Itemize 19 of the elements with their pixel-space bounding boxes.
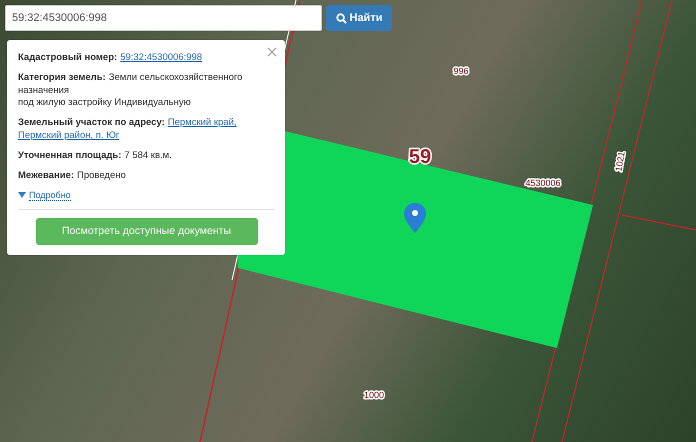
search-button[interactable]: Найти xyxy=(326,5,392,31)
map-pin-icon[interactable] xyxy=(404,203,426,233)
info-field: Межевание: Проведено xyxy=(18,170,275,183)
info-field: Земельный участок по адресу: Пермский край, Пермский район, п. Юг xyxy=(18,117,275,142)
district-number-label: 59 xyxy=(408,146,432,168)
info-field: Кадастровый номер: 59:32:4530006:998 xyxy=(18,52,275,64)
close-icon[interactable] xyxy=(267,47,277,57)
field-link[interactable]: Пермский район, п. Юг xyxy=(18,130,120,141)
info-field: Уточненная площадь: 7 584 кв.м. xyxy=(18,150,275,162)
parcel-number-label: 1000 xyxy=(364,390,384,400)
search-icon xyxy=(336,12,346,24)
info-field: Категория земель: Земли сельскохозяйственного назначения под жилую застройку Индивидуальную xyxy=(18,72,275,110)
search-field[interactable]: 59:32:4530006:998 xyxy=(5,5,322,31)
field-link[interactable]: 59:32:4530006:998 xyxy=(120,52,202,63)
parcel-number-label: 4530006 xyxy=(525,178,561,188)
parcel-number-label: 996 xyxy=(453,66,469,76)
field-link[interactable]: Пермский край, xyxy=(168,117,237,128)
details-link[interactable]: Подробно xyxy=(29,190,71,201)
parcel-number-label: 1021 xyxy=(613,150,627,172)
